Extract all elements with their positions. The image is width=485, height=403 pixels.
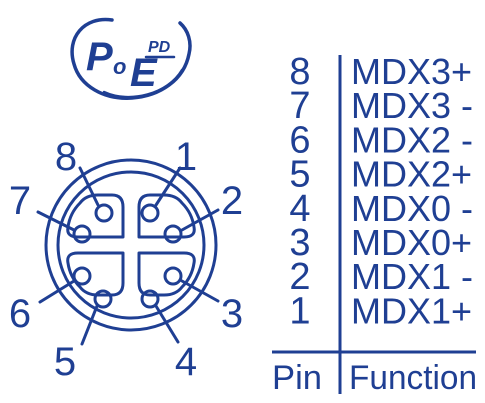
connector-pin-label-7: 7 <box>9 179 31 223</box>
connector-outer-ring <box>44 158 218 332</box>
connector-pin-label-3: 3 <box>221 292 243 336</box>
table-header-function: Function <box>349 359 477 397</box>
m12-8-pin-female-connector-icon <box>36 158 220 346</box>
poe-pd-logo: P o E PD <box>70 17 192 100</box>
pin-hole-1 <box>140 203 160 223</box>
pin-leader-5 <box>80 304 99 346</box>
connector-pin-label-5: 5 <box>54 340 76 384</box>
logo-letter-p: P <box>86 35 113 79</box>
connector-pin-label-2: 2 <box>221 179 243 223</box>
pinout-diagram-canvas: P o E PD 1 2 3 4 5 6 7 8 87654321 MDX3+M… <box>9 17 477 397</box>
pin-hole-6 <box>72 266 92 286</box>
pin-hole-3 <box>163 266 183 286</box>
connector-inner-ring <box>56 170 206 320</box>
table-pin-column: 87654321 <box>289 51 310 332</box>
pinout-diagram: P o E PD 1 2 3 4 5 6 7 8 8 7 6 5 4 3 2 1… <box>0 0 485 398</box>
connector-quadrant-bottom-left <box>66 251 125 297</box>
pinout-table: 87654321 MDX3+MDX3 -MDX2 -MDX2+MDX0 -MDX… <box>272 51 477 397</box>
connector-pin-label-8: 8 <box>55 135 77 179</box>
table-row-pin: 1 <box>289 290 310 332</box>
table-header-pin: Pin <box>272 359 322 397</box>
logo-letters-pd: PD <box>148 39 171 56</box>
connector-pin-label-1: 1 <box>175 135 197 179</box>
table-function-column: MDX3+MDX3 -MDX2 -MDX2+MDX0 -MDX0+MDX1 -M… <box>351 51 473 331</box>
connector-pin-label-4: 4 <box>175 340 197 384</box>
pin-hole-2 <box>163 224 183 244</box>
table-row-function: MDX1+ <box>351 290 472 331</box>
logo-letter-o: o <box>113 54 126 79</box>
pin-hole-8 <box>94 203 114 223</box>
pin-hole-7 <box>72 224 92 244</box>
connector-pin-label-6: 6 <box>9 292 31 336</box>
